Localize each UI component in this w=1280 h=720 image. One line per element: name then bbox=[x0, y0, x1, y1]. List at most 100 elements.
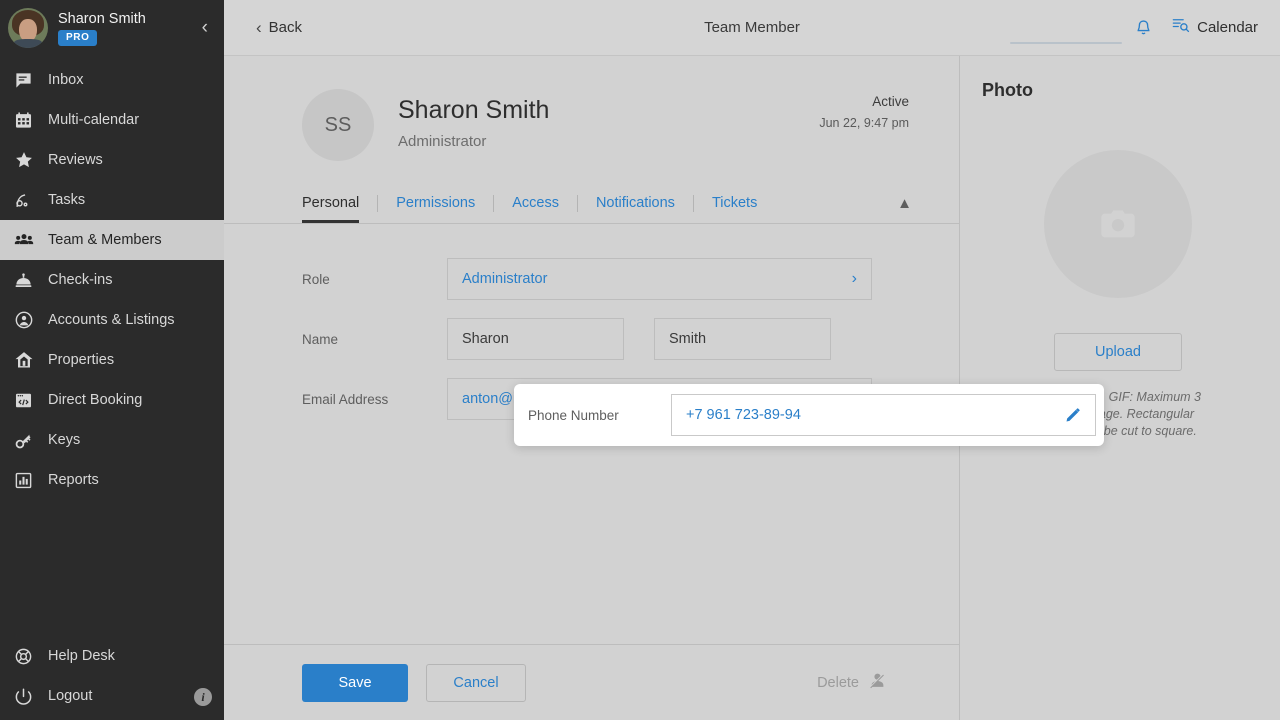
sidebar-item-reviews[interactable]: Reviews bbox=[0, 140, 224, 180]
pencil-icon[interactable] bbox=[1065, 407, 1081, 423]
photo-placeholder[interactable] bbox=[1044, 150, 1192, 298]
camera-icon bbox=[1095, 204, 1141, 244]
code-window-icon bbox=[14, 391, 44, 410]
app-root: Sharon Smith PRO ‹ Inbox Multi-calendar bbox=[0, 0, 1280, 720]
tab-permissions[interactable]: Permissions bbox=[396, 187, 475, 223]
power-icon bbox=[14, 687, 44, 706]
profile-name: Sharon Smith bbox=[398, 96, 550, 124]
tasks-icon bbox=[14, 191, 44, 210]
tab-divider bbox=[692, 194, 694, 212]
calendar-label: Calendar bbox=[1197, 19, 1258, 36]
lifebuoy-icon bbox=[14, 647, 44, 666]
back-button[interactable]: ‹ Back bbox=[256, 19, 302, 36]
phone-label: Phone Number bbox=[528, 407, 619, 423]
sidebar-item-logout[interactable]: Logout bbox=[0, 676, 224, 716]
chat-icon bbox=[14, 71, 44, 90]
tab-divider bbox=[377, 194, 379, 212]
tab-divider bbox=[576, 194, 578, 212]
first-name-field[interactable]: Sharon bbox=[447, 318, 624, 360]
bell-icon[interactable] bbox=[1134, 18, 1153, 38]
delete-button[interactable]: Delete bbox=[817, 671, 887, 694]
sidebar-item-direct-booking[interactable]: Direct Booking bbox=[0, 380, 224, 420]
email-label: Email Address bbox=[302, 391, 389, 407]
info-badge[interactable]: i bbox=[194, 688, 212, 706]
sidebar-item-properties[interactable]: Properties bbox=[0, 340, 224, 380]
status-timestamp: Jun 22, 9:47 pm bbox=[819, 116, 909, 130]
sidebar-item-inbox[interactable]: Inbox bbox=[0, 60, 224, 100]
first-name-value: Sharon bbox=[462, 331, 509, 347]
sidebar-item-check-ins[interactable]: Check-ins bbox=[0, 260, 224, 300]
profile-avatar-initials: SS bbox=[302, 89, 374, 161]
topbar: ‹ Back Team Member Calendar bbox=[224, 0, 1280, 56]
sidebar-item-label: Check-ins bbox=[48, 272, 113, 288]
chevron-left-icon: ‹ bbox=[256, 18, 262, 37]
phone-field[interactable]: +7 961 723-89-94 bbox=[671, 394, 1096, 436]
last-name-field[interactable]: Smith bbox=[654, 318, 831, 360]
sidebar: Sharon Smith PRO ‹ Inbox Multi-calendar bbox=[0, 0, 224, 720]
tab-notifications[interactable]: Notifications bbox=[596, 187, 675, 223]
tab-access[interactable]: Access bbox=[512, 187, 559, 223]
sidebar-item-label: Team & Members bbox=[48, 232, 162, 248]
role-value: Administrator bbox=[462, 271, 548, 287]
form-footer: Save Cancel Delete bbox=[224, 644, 959, 720]
main-panel: SS Sharon Smith Administrator Active Jun… bbox=[224, 56, 1104, 720]
sidebar-user-name: Sharon Smith bbox=[58, 10, 146, 27]
photo-title: Photo bbox=[982, 80, 1033, 100]
sidebar-user-header[interactable]: Sharon Smith PRO ‹ bbox=[0, 0, 224, 56]
page-title: Team Member bbox=[704, 19, 800, 36]
tab-personal[interactable]: Personal bbox=[302, 187, 360, 223]
avatar bbox=[8, 8, 48, 48]
bell-desk-icon bbox=[14, 271, 44, 290]
status-badge: Active bbox=[872, 94, 909, 109]
people-icon bbox=[14, 230, 44, 250]
save-button[interactable]: Save bbox=[302, 663, 408, 702]
sidebar-item-label: Reports bbox=[48, 472, 99, 488]
sidebar-item-help-desk[interactable]: Help Desk bbox=[0, 636, 224, 676]
account-circle-icon bbox=[14, 310, 44, 330]
sidebar-item-label: Tasks bbox=[48, 192, 86, 208]
name-label: Name bbox=[302, 331, 339, 347]
sidebar-bottom: Help Desk Logout i bbox=[0, 636, 224, 720]
user-slash-icon bbox=[868, 671, 887, 694]
sidebar-nav: Inbox Multi-calendar Reviews Tasks Team … bbox=[0, 60, 224, 500]
upload-button[interactable]: Upload bbox=[1054, 333, 1182, 371]
chevron-up-icon[interactable]: ▲ bbox=[897, 195, 912, 216]
body-row: SS Sharon Smith Administrator Active Jun… bbox=[224, 56, 1280, 720]
content-area: ‹ Back Team Member Calendar SS Sharon Sm… bbox=[224, 0, 1280, 720]
star-icon bbox=[14, 150, 44, 170]
sidebar-item-multi-calendar[interactable]: Multi-calendar bbox=[0, 100, 224, 140]
cancel-button[interactable]: Cancel bbox=[426, 663, 526, 702]
house-icon bbox=[14, 350, 44, 370]
back-label: Back bbox=[268, 19, 303, 36]
bar-chart-icon bbox=[14, 471, 44, 490]
sidebar-item-label: Inbox bbox=[48, 72, 84, 88]
sidebar-item-reports[interactable]: Reports bbox=[0, 460, 224, 500]
sidebar-item-keys[interactable]: Keys bbox=[0, 420, 224, 460]
pro-badge: PRO bbox=[58, 29, 98, 46]
calendar-button[interactable]: Calendar bbox=[1171, 16, 1258, 39]
sidebar-item-label: Accounts & Listings bbox=[48, 312, 175, 328]
profile-header: SS Sharon Smith Administrator Active Jun… bbox=[224, 56, 959, 161]
role-select[interactable]: Administrator › bbox=[447, 258, 872, 300]
sidebar-item-label: Reviews bbox=[48, 152, 103, 168]
loading-indicator bbox=[1010, 42, 1122, 44]
profile-role: Administrator bbox=[398, 133, 487, 150]
form-row-phone: Phone Number +7 961 723-89-94 bbox=[514, 384, 1104, 446]
phone-value: +7 961 723-89-94 bbox=[686, 407, 801, 423]
sidebar-item-tasks[interactable]: Tasks bbox=[0, 180, 224, 220]
delete-label: Delete bbox=[817, 674, 859, 691]
sidebar-item-team-members[interactable]: Team & Members bbox=[0, 220, 224, 260]
form-row-name: Name Sharon Smith bbox=[224, 318, 959, 360]
sidebar-item-accounts-listings[interactable]: Accounts & Listings bbox=[0, 300, 224, 340]
form-row-role: Role Administrator › bbox=[224, 258, 959, 300]
sidebar-item-label: Help Desk bbox=[48, 648, 115, 664]
chevron-left-icon[interactable]: ‹ bbox=[202, 18, 208, 37]
sidebar-item-label: Direct Booking bbox=[48, 392, 143, 408]
sidebar-item-label: Keys bbox=[48, 432, 81, 448]
sidebar-item-label: Multi-calendar bbox=[48, 112, 140, 128]
status-block: Active Jun 22, 9:47 pm bbox=[819, 94, 909, 130]
chevron-right-icon[interactable]: › bbox=[852, 271, 857, 287]
tab-tickets[interactable]: Tickets bbox=[712, 187, 757, 223]
tab-divider bbox=[493, 194, 495, 212]
key-icon bbox=[14, 431, 44, 450]
